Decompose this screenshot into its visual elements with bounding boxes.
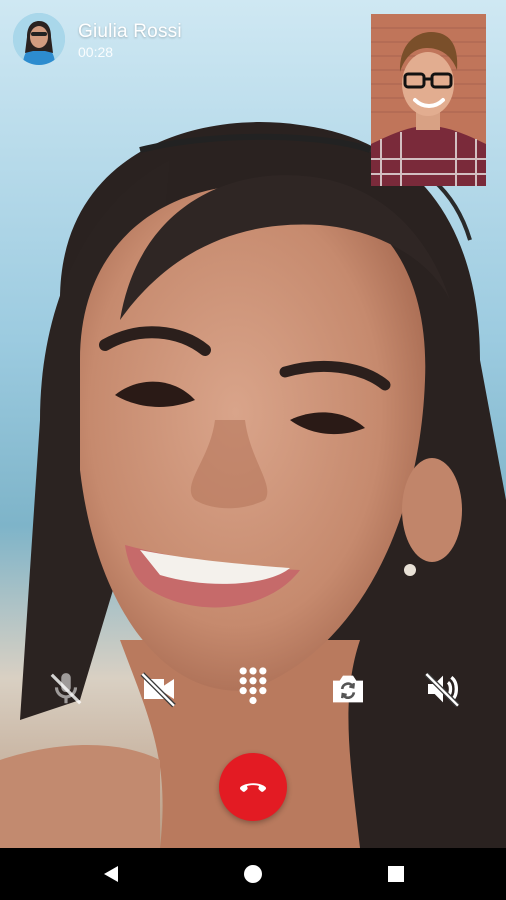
back-triangle-icon	[104, 866, 118, 882]
switch-camera-icon	[333, 675, 363, 703]
video-toggle-button[interactable]	[135, 665, 183, 713]
microphone-off-icon	[50, 673, 82, 705]
video-off-icon	[140, 672, 176, 708]
call-duration: 00:28	[78, 44, 114, 60]
nav-back-button[interactable]	[95, 858, 127, 890]
caller-avatar	[13, 13, 65, 65]
navigation-bar	[0, 848, 506, 900]
mute-button[interactable]	[42, 665, 90, 713]
dialpad-button[interactable]	[229, 665, 277, 713]
nav-recents-button[interactable]	[380, 858, 412, 890]
self-preview-image	[371, 14, 486, 186]
speaker-off-icon	[424, 672, 460, 708]
caller-name: Giulia Rossi	[78, 21, 182, 42]
end-call-button[interactable]	[219, 753, 287, 821]
phone-hangup-icon	[239, 783, 267, 792]
self-camera-preview[interactable]	[371, 14, 486, 186]
home-circle-icon	[244, 865, 262, 883]
caller-avatar-image	[13, 13, 65, 65]
switch-camera-button[interactable]	[324, 665, 372, 713]
nav-home-button[interactable]	[237, 858, 269, 890]
dialpad-icon	[239, 667, 267, 705]
recents-square-icon	[388, 866, 404, 882]
speaker-toggle-button[interactable]	[419, 665, 467, 713]
